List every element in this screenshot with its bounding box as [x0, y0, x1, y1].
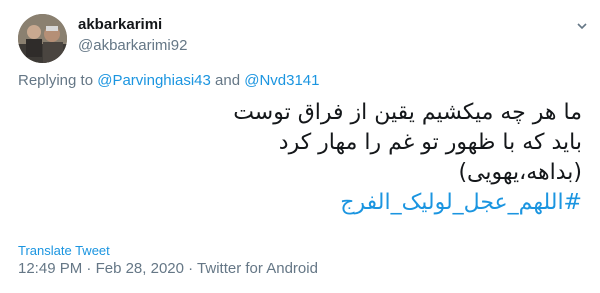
- meta-separator: ·: [82, 260, 96, 277]
- author-handle[interactable]: @akbarkarimi92: [78, 37, 187, 54]
- avatar[interactable]: [18, 14, 67, 63]
- tweet-metadata: 12:49 PM · Feb 28, 2020 · Twitter for An…: [18, 260, 318, 277]
- tweet-text-line-3: (بداهه،یهویی): [458, 160, 582, 185]
- author-display-name[interactable]: akbarkarimi: [78, 16, 162, 33]
- tweet-card: akbarkarimi @akbarkarimi92 Replying to @…: [0, 0, 600, 293]
- mention-link-parvinghiasi43[interactable]: @Parvinghiasi43: [97, 72, 211, 89]
- replying-to-prefix: Replying to: [18, 72, 98, 89]
- replying-to-conjunction: and: [210, 72, 245, 89]
- tweet-time[interactable]: 12:49 PM: [18, 260, 82, 277]
- translate-tweet-link[interactable]: Translate Tweet: [18, 243, 110, 258]
- mention-link-nvd3141[interactable]: @Nvd3141: [244, 72, 319, 89]
- tweet-date[interactable]: Feb 28, 2020: [96, 260, 184, 277]
- tweet-text-line-2: باید که با ظهور تو غم را مهار کرد: [278, 130, 582, 155]
- replying-to: Replying to @Parvinghiasi43 and @Nvd3141: [18, 72, 320, 89]
- tweet-text-line-1: ما هر چه میکشیم یقین از فراق توست: [233, 100, 582, 125]
- user-avatar-photo: [18, 14, 67, 63]
- meta-separator: ·: [183, 260, 198, 277]
- chevron-down-icon[interactable]: [576, 20, 588, 32]
- tweet-text: ما هر چه میکشیم یقین از فراق توست باید ک…: [22, 98, 582, 218]
- hashtag-link[interactable]: #اللهم_عجل_لولیک_الفرج: [22, 188, 582, 218]
- tweet-source[interactable]: Twitter for Android: [197, 260, 318, 277]
